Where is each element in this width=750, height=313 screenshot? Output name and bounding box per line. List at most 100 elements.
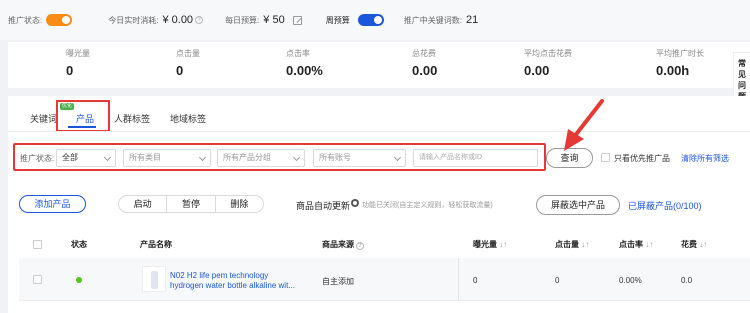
tab-region[interactable]: 地域标签 bbox=[170, 112, 206, 125]
th-product-source: 商品来源? bbox=[322, 239, 364, 250]
stat-label: 点击率 bbox=[286, 49, 310, 58]
select-all-checkbox[interactable] bbox=[33, 240, 42, 249]
stat-avg-duration: 平均推广时长 0.00h bbox=[656, 48, 704, 78]
start-button[interactable]: 启动 bbox=[119, 196, 168, 212]
only-priority-label: 只看优先推广品 bbox=[614, 154, 670, 163]
status-select[interactable]: 全部 bbox=[56, 149, 116, 167]
chevron-down-icon bbox=[393, 153, 402, 162]
category-select[interactable]: 所有类目 bbox=[123, 149, 211, 167]
th-ctr[interactable]: 点击率 ↓↑ bbox=[619, 239, 653, 250]
impressions-cell: 0 bbox=[473, 276, 478, 285]
stat-value: 0.00h bbox=[656, 63, 690, 78]
promo-status: 推广状态: bbox=[8, 14, 73, 26]
th-product-name: 产品名称 bbox=[140, 240, 172, 249]
stat-label: 平均点击花费 bbox=[524, 49, 572, 58]
status-filter-label: 推广状态: bbox=[20, 154, 55, 163]
pause-button[interactable]: 暂停 bbox=[167, 196, 216, 212]
stat-value: 0.00 bbox=[524, 63, 550, 78]
annotation-arrow-icon bbox=[564, 99, 604, 151]
weekly-budget: 周预算 bbox=[326, 14, 384, 26]
sort-icon: ↓↑ bbox=[699, 240, 708, 249]
clear-filters-link[interactable]: 清除所有筛选 bbox=[681, 153, 729, 164]
cost-cell: 0.0 bbox=[681, 276, 693, 285]
bulk-action-group: 启动 暂停 删除 bbox=[118, 195, 264, 213]
chevron-down-icon bbox=[103, 153, 112, 162]
th-ctr-label: 点击率 bbox=[619, 240, 643, 249]
chevron-down-icon bbox=[292, 153, 301, 162]
product-thumbnail[interactable] bbox=[142, 266, 166, 292]
stat-label: 点击量 bbox=[176, 49, 200, 58]
stat-label: 曝光量 bbox=[66, 49, 90, 58]
keyword-count-value: 21 bbox=[465, 14, 479, 26]
stat-avg-click-cost: 平均点击花费 0.00 bbox=[524, 48, 572, 78]
edit-icon[interactable] bbox=[292, 15, 302, 25]
product-search-input[interactable]: 请输入产品名称或ID bbox=[413, 149, 538, 167]
today-spend: 今日实时消耗: ¥ 0.00 ? bbox=[108, 14, 204, 26]
row-divider bbox=[19, 300, 750, 301]
search-placeholder: 请输入产品名称或ID bbox=[419, 154, 482, 161]
chevron-down-icon bbox=[198, 153, 207, 162]
status-dot bbox=[76, 277, 82, 283]
faq-char: 常 bbox=[738, 59, 746, 68]
clicks-cell: 0 bbox=[555, 276, 560, 285]
daily-budget-value: ¥ 50 bbox=[263, 14, 285, 26]
status-select-value: 全部 bbox=[62, 153, 78, 162]
sort-icon: ↓↑ bbox=[499, 240, 508, 249]
tab-audience[interactable]: 人群标签 bbox=[114, 112, 150, 125]
group-select[interactable]: 所有产品分组 bbox=[217, 149, 305, 167]
stat-ctr: 点击率 0.00% bbox=[286, 48, 323, 78]
delete-button[interactable]: 删除 bbox=[216, 196, 263, 212]
daily-budget: 每日预算: ¥ 50 bbox=[225, 14, 302, 26]
th-cost-label: 花费 bbox=[681, 240, 697, 249]
help-icon[interactable]: ? bbox=[195, 16, 204, 24]
stat-label: 平均推广时长 bbox=[656, 49, 704, 58]
stat-value: 0 bbox=[176, 63, 184, 78]
group-select-placeholder: 所有产品分组 bbox=[223, 153, 271, 162]
th-clicks[interactable]: 点击量 ↓↑ bbox=[555, 239, 589, 250]
product-name-link[interactable]: N02 H2 life pem technology hydrogen wate… bbox=[170, 271, 300, 291]
stat-value: 0 bbox=[66, 63, 74, 78]
help-icon[interactable]: ? bbox=[356, 242, 364, 250]
th-impressions-label: 曝光量 bbox=[473, 240, 497, 249]
hide-selected-button[interactable]: 屏蔽选中产品 bbox=[536, 195, 620, 215]
add-product-button[interactable]: 添加产品 bbox=[19, 195, 86, 213]
promo-status-label: 推广状态: bbox=[8, 15, 43, 25]
faq-char: 见 bbox=[738, 70, 746, 79]
keyword-count: 推广中关键词数: 21 bbox=[404, 14, 478, 26]
row-checkbox[interactable] bbox=[33, 275, 42, 284]
tab-keywords[interactable]: 关键词 bbox=[30, 112, 57, 125]
stats-panel: 曝光量 0 点击量 0 点击率 0.00% 总花费 0.00 平均点击花费 0.… bbox=[8, 42, 750, 88]
stat-label: 总花费 bbox=[412, 49, 436, 58]
account-select-placeholder: 所有账号 bbox=[319, 153, 351, 162]
stat-value: 0.00% bbox=[286, 63, 323, 78]
promo-status-toggle[interactable] bbox=[46, 14, 73, 26]
stat-total-cost: 总花费 0.00 bbox=[412, 48, 437, 78]
faq-char: 问 bbox=[738, 81, 746, 90]
today-spend-label: 今日实时消耗: bbox=[108, 15, 159, 25]
th-clicks-label: 点击量 bbox=[555, 240, 579, 249]
auto-update-desc: 功能已关闭(自主定义规则，轻松获取流量) bbox=[362, 202, 493, 209]
product-source-cell: 自主添加 bbox=[322, 277, 354, 286]
hidden-products-link[interactable]: 已屏蔽产品(0/100) bbox=[628, 199, 702, 212]
auto-update-title: 商品自动更新 bbox=[296, 201, 351, 211]
weekly-budget-toggle[interactable] bbox=[357, 14, 384, 26]
stat-clicks: 点击量 0 bbox=[176, 48, 200, 78]
stat-value: 0.00 bbox=[412, 63, 438, 78]
keyword-count-label: 推广中关键词数: bbox=[403, 15, 462, 25]
column-separator bbox=[458, 258, 459, 300]
tab-highlight-box bbox=[56, 100, 110, 132]
gear-icon[interactable] bbox=[351, 199, 359, 207]
tab-divider bbox=[8, 131, 750, 132]
category-select-placeholder: 所有类目 bbox=[129, 153, 161, 162]
th-cost[interactable]: 花费 ↓↑ bbox=[681, 239, 707, 250]
today-spend-value: ¥ 0.00 bbox=[162, 14, 194, 26]
sort-icon: ↓↑ bbox=[581, 240, 590, 249]
account-select[interactable]: 所有账号 bbox=[313, 149, 406, 167]
th-product-source-label: 商品来源 bbox=[322, 240, 354, 249]
ctr-cell: 0.00% bbox=[619, 276, 642, 285]
th-impressions[interactable]: 曝光量 ↓↑ bbox=[473, 239, 507, 250]
top-summary-bar: 推广状态: 今日实时消耗: ¥ 0.00 ? 每日预算: ¥ 50 周预算 推广… bbox=[0, 0, 750, 40]
stat-impressions: 曝光量 0 bbox=[66, 48, 90, 78]
daily-budget-label: 每日预算: bbox=[225, 15, 260, 25]
sort-icon: ↓↑ bbox=[645, 240, 654, 249]
